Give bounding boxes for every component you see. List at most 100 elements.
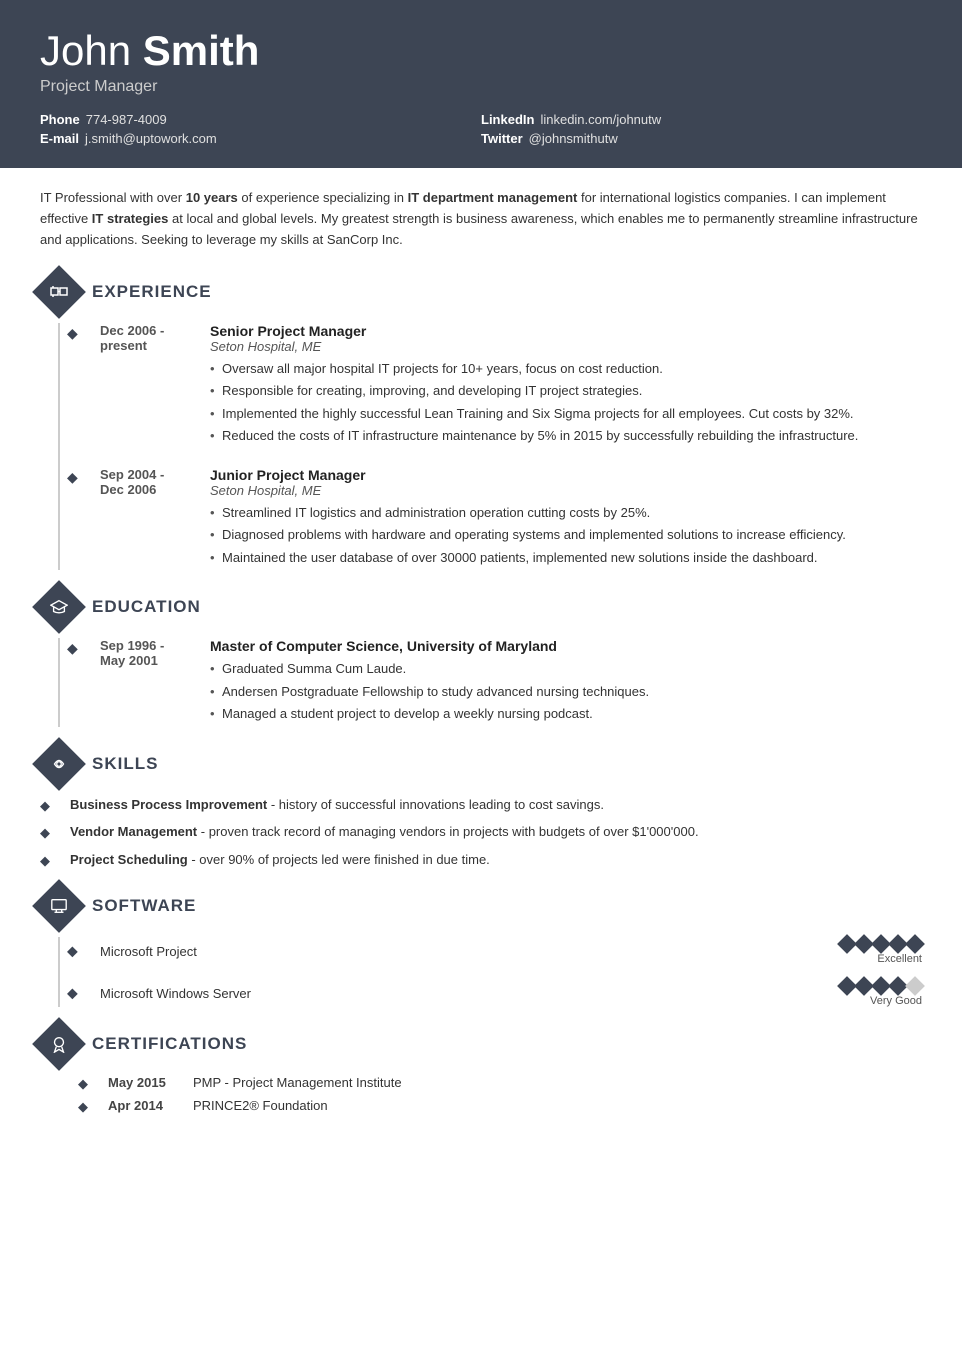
software-section: SOFTWARE Microsoft Project Excellent M <box>40 887 922 1007</box>
twitter-value: @johnsmithutw <box>529 131 618 146</box>
rating-label-1: Excellent <box>877 953 922 965</box>
job-company-1: Seton Hospital, ME <box>210 339 922 354</box>
candidate-title: Project Manager <box>40 78 922 96</box>
skills-title: SKILLS <box>92 754 158 774</box>
summary-bold-1: 10 years <box>186 190 238 205</box>
software-name-2: Microsoft Windows Server <box>100 986 251 1001</box>
phone-label: Phone <box>40 112 80 127</box>
job-title-2: Junior Project Manager <box>210 467 922 483</box>
job-body-1: Senior Project Manager Seton Hospital, M… <box>210 323 922 449</box>
last-name: Smith <box>143 27 260 74</box>
skill-item-1: Business Process Improvement - history o… <box>40 795 922 815</box>
job-content-2: Sep 2004 - Dec 2006 Junior Project Manag… <box>100 467 922 571</box>
phone-contact: Phone 774-987-4009 <box>40 112 481 127</box>
contact-info: Phone 774-987-4009 LinkedIn linkedin.com/j… <box>40 112 922 146</box>
dot-empty <box>905 976 925 996</box>
education-header: EDUCATION <box>40 588 922 626</box>
bullet: Reduced the costs of IT infrastructure m… <box>210 426 922 446</box>
software-rating-1: Excellent <box>840 937 922 965</box>
skills-section: SKILLS Business Process Improvement - hi… <box>40 745 922 870</box>
certifications-header: CERTIFICATIONS <box>40 1025 922 1063</box>
experience-icon-diamond <box>32 265 86 319</box>
education-icon <box>50 598 68 616</box>
degree-title-1: Master of Computer Science, University o… <box>210 638 922 654</box>
experience-icon <box>50 283 68 301</box>
certifications-section: CERTIFICATIONS May 2015 PMP - Project Ma… <box>40 1025 922 1113</box>
bullet: Responsible for creating, improving, and… <box>210 381 922 401</box>
bullet: Maintained the user database of over 300… <box>210 548 922 568</box>
resume-header: John Smith Project Manager Phone 774-987-… <box>0 0 962 168</box>
edu-body-1: Master of Computer Science, University o… <box>210 638 922 727</box>
cert-date-1: May 2015 <box>108 1075 173 1090</box>
rating-dots-2 <box>840 979 922 993</box>
job-item-2: Sep 2004 - Dec 2006 Junior Project Manag… <box>80 467 922 571</box>
resume-main: IT Professional with over 10 years of ex… <box>0 168 962 1161</box>
certifications-icon <box>50 1035 68 1053</box>
first-name: John <box>40 27 131 74</box>
software-rating-2: Very Good <box>840 979 922 1007</box>
certifications-title: CERTIFICATIONS <box>92 1034 247 1054</box>
education-section: EDUCATION Sep 1996 - May 2001 Master of … <box>40 588 922 727</box>
skill-name-1: Business Process Improvement <box>70 797 267 812</box>
rating-label-2: Very Good <box>870 995 922 1007</box>
skill-desc-1: - history of successful innovations lead… <box>267 797 604 812</box>
twitter-label: Twitter <box>481 131 523 146</box>
email-label: E-mail <box>40 131 79 146</box>
bullet: Graduated Summa Cum Laude. <box>210 659 922 679</box>
job-item-1: Dec 2006 - present Senior Project Manage… <box>80 323 922 449</box>
bullet: Implemented the highly successful Lean T… <box>210 404 922 424</box>
summary-text-2: of experience specializing in <box>238 190 408 205</box>
summary-bold-3: IT strategies <box>92 211 169 226</box>
bullet: Managed a student project to develop a w… <box>210 704 922 724</box>
email-value: j.smith@uptowork.com <box>85 131 217 146</box>
skill-item-2: Vendor Management - proven track record … <box>40 822 922 842</box>
bullet: Andersen Postgraduate Fellowship to stud… <box>210 682 922 702</box>
education-icon-diamond <box>32 580 86 634</box>
certifications-list: May 2015 PMP - Project Management Instit… <box>40 1075 922 1113</box>
candidate-name: John Smith <box>40 28 922 74</box>
job-date-2: Sep 2004 - Dec 2006 <box>100 467 210 571</box>
certifications-icon-diamond <box>32 1017 86 1071</box>
software-icon-diamond <box>32 879 86 933</box>
bullet: Streamlined IT logistics and administrat… <box>210 503 922 523</box>
skills-icon <box>50 755 68 773</box>
dot <box>905 934 925 954</box>
skill-item-3: Project Scheduling - over 90% of project… <box>40 850 922 870</box>
phone-value: 774-987-4009 <box>86 112 167 127</box>
cert-item-1: May 2015 PMP - Project Management Instit… <box>78 1075 922 1090</box>
software-icon <box>50 897 68 915</box>
linkedin-value: linkedin.com/johnutw <box>540 112 661 127</box>
job-company-2: Seton Hospital, ME <box>210 483 922 498</box>
software-item-2: Microsoft Windows Server Very Good <box>80 979 922 1007</box>
linkedin-contact: LinkedIn linkedin.com/johnutw <box>481 112 922 127</box>
cert-date-2: Apr 2014 <box>108 1098 173 1113</box>
education-title: EDUCATION <box>92 597 201 617</box>
edu-date-1: Sep 1996 - May 2001 <box>100 638 210 727</box>
summary-section: IT Professional with over 10 years of ex… <box>40 188 922 250</box>
job-date-1: Dec 2006 - present <box>100 323 210 449</box>
email-contact: E-mail j.smith@uptowork.com <box>40 131 481 146</box>
bullet: Oversaw all major hospital IT projects f… <box>210 359 922 379</box>
experience-title: EXPERIENCE <box>92 282 212 302</box>
cert-name-1: PMP - Project Management Institute <box>193 1075 402 1090</box>
twitter-contact: Twitter @johnsmithutw <box>481 131 922 146</box>
job-content-1: Dec 2006 - present Senior Project Manage… <box>100 323 922 449</box>
job-bullets-1: Oversaw all major hospital IT projects f… <box>210 359 922 446</box>
edu-bullets-1: Graduated Summa Cum Laude. Andersen Post… <box>210 659 922 724</box>
experience-header: EXPERIENCE <box>40 273 922 311</box>
experience-timeline: Dec 2006 - present Senior Project Manage… <box>58 323 922 571</box>
skills-list: Business Process Improvement - history o… <box>40 795 922 870</box>
edu-content-1: Sep 1996 - May 2001 Master of Computer S… <box>100 638 922 727</box>
skill-name-2: Vendor Management <box>70 824 197 839</box>
summary-text-1: IT Professional with over <box>40 190 186 205</box>
linkedin-label: LinkedIn <box>481 112 534 127</box>
rating-dots-1 <box>840 937 922 951</box>
software-header: SOFTWARE <box>40 887 922 925</box>
cert-item-2: Apr 2014 PRINCE2® Foundation <box>78 1098 922 1113</box>
education-timeline: Sep 1996 - May 2001 Master of Computer S… <box>58 638 922 727</box>
summary-bold-2: IT department management <box>408 190 578 205</box>
skill-desc-2: - proven track record of managing vendor… <box>197 824 698 839</box>
job-body-2: Junior Project Manager Seton Hospital, M… <box>210 467 922 571</box>
skill-name-3: Project Scheduling <box>70 852 188 867</box>
software-title: SOFTWARE <box>92 896 196 916</box>
